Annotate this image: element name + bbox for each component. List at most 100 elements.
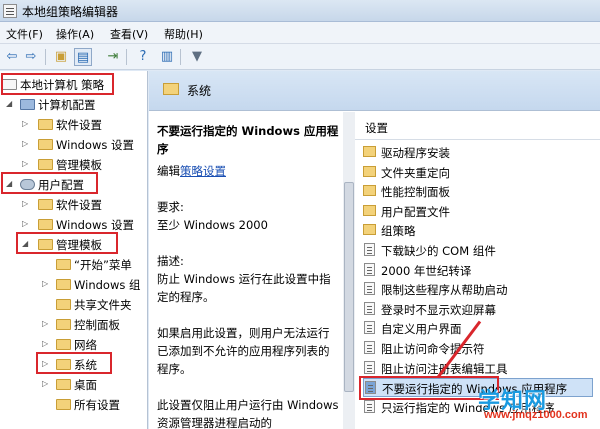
back-arrow-icon[interactable]: ⇦ xyxy=(3,48,21,66)
tree-item-windows-settings[interactable]: ▷ Windows 设置 xyxy=(0,135,147,155)
scrollbar-thumb[interactable] xyxy=(344,182,354,392)
forward-arrow-icon[interactable]: ⇨ xyxy=(22,48,40,66)
toolbar-separator xyxy=(180,49,181,65)
policy-icon xyxy=(364,341,375,354)
settings-policy-item[interactable]: 下载缺少的 COM 组件 xyxy=(363,241,593,260)
expand-arrow-icon[interactable]: ▷ xyxy=(22,199,28,208)
requirements-value: 至少 Windows 2000 xyxy=(157,218,268,232)
policy-icon xyxy=(364,282,375,296)
toolbar: ⇦ ⇨ ▣ ▤ ⇥ ? ▥ ▼ xyxy=(0,44,600,70)
folder-icon xyxy=(38,219,53,230)
details-header: 系统 xyxy=(149,71,600,111)
settings-item-label: 驱动程序安装 xyxy=(381,146,450,160)
up-folder-icon[interactable]: ▣ xyxy=(52,48,70,66)
tree-item-start-menu[interactable]: “开始”菜单 xyxy=(0,255,147,275)
tree-item-windows-components[interactable]: ▷ Windows 组 xyxy=(0,275,147,295)
menu-action[interactable]: 操作(A) xyxy=(56,26,94,42)
highlight-box-system xyxy=(36,352,112,374)
settings-policy-item[interactable]: 阻止访问命令提示符 xyxy=(363,339,593,358)
settings-item-label: 阻止访问命令提示符 xyxy=(381,342,485,356)
description-label: 描述: xyxy=(157,254,184,268)
expand-arrow-icon[interactable]: ▷ xyxy=(42,319,48,328)
expand-arrow-icon[interactable]: ▷ xyxy=(22,159,28,168)
collapse-arrow-icon[interactable]: ◢ xyxy=(6,99,12,108)
folder-icon xyxy=(56,259,71,270)
tree-item-all-settings[interactable]: 所有设置 xyxy=(0,395,147,415)
folder-icon xyxy=(363,224,376,236)
edit-policy-link[interactable]: 策略设置 xyxy=(180,164,226,178)
description-text-3: 此设置仅阻止用户运行由 Windows 资源管理器进程启动的 xyxy=(157,398,339,429)
folder-icon xyxy=(363,185,376,197)
expand-arrow-icon[interactable]: ▷ xyxy=(22,219,28,228)
highlight-box-admin-templates xyxy=(16,232,118,254)
description-text-2: 如果启用此设置，则用户无法运行已添加到不允许的应用程序列表的程序。 xyxy=(157,326,330,376)
settings-list: 设置 驱动程序安装 文件夹重定向 性能控制面板 用户配置文件组策略 下载缺少的 COM … xyxy=(355,112,600,429)
settings-item-label: 用户配置文件 xyxy=(381,204,450,219)
description-panel: 不要运行指定的 Windows 应用程序 编辑策略设置 要求: 至少 Windo… xyxy=(149,112,341,429)
settings-folder-item[interactable]: 组策略 xyxy=(363,221,593,240)
settings-folder-item[interactable]: 文件夹重定向 xyxy=(363,163,593,182)
tree-item-user-software-settings[interactable]: ▷ 软件设置 xyxy=(0,195,147,215)
settings-folder-item[interactable]: 用户配置文件 xyxy=(363,202,593,221)
show-tree-icon[interactable]: ▤ xyxy=(74,48,92,66)
policy-icon xyxy=(364,243,375,256)
title-bar: 本地组策略编辑器 xyxy=(0,0,600,22)
settings-folder-item[interactable]: 驱动程序安装 xyxy=(363,143,593,162)
properties-icon[interactable]: ▥ xyxy=(158,48,176,66)
edit-line: 编辑策略设置 xyxy=(157,164,226,178)
policy-icon xyxy=(364,301,375,315)
menu-help[interactable]: 帮助(H) xyxy=(164,26,203,42)
settings-folder-item[interactable]: 性能控制面板 xyxy=(363,182,593,201)
settings-item-label: 性能控制面板 xyxy=(381,185,450,200)
folder-icon xyxy=(38,199,53,210)
folder-icon xyxy=(363,146,376,157)
export-list-icon[interactable]: ⇥ xyxy=(104,48,122,66)
header-divider xyxy=(355,139,600,140)
tree-item-control-panel[interactable]: ▷ 控制面板 xyxy=(0,315,147,335)
description-scrollbar[interactable] xyxy=(343,112,355,429)
settings-item-label: 文件夹重定向 xyxy=(381,165,450,180)
settings-policy-item[interactable]: 限制这些程序从帮助启动 xyxy=(363,280,593,299)
highlight-box-local-policy xyxy=(1,73,114,95)
policy-title: 不要运行指定的 Windows 应用程序 xyxy=(157,124,339,156)
folder-icon xyxy=(56,319,71,330)
folder-icon xyxy=(163,83,179,95)
settings-policy-item[interactable]: 2000 年世纪转译 xyxy=(363,261,593,280)
folder-icon xyxy=(56,339,71,350)
tree-item-software-settings[interactable]: ▷ 软件设置 xyxy=(0,115,147,135)
settings-item-label: 限制这些程序从帮助启动 xyxy=(381,283,508,298)
requirements-label: 要求: xyxy=(157,200,184,214)
watermark-logo: 学知网 www.jmqz1000.com xyxy=(478,383,596,425)
settings-item-label: 登录时不显示欢迎屏幕 xyxy=(381,302,496,317)
folder-icon xyxy=(363,165,376,177)
tree-item-computer-config[interactable]: ◢ 计算机配置 xyxy=(0,95,147,115)
folder-icon xyxy=(363,204,376,216)
filter-icon[interactable]: ▼ xyxy=(188,48,206,66)
settings-column-header[interactable]: 设置 xyxy=(365,120,388,136)
tree-item-shared-folders[interactable]: 共享文件夹 xyxy=(0,295,147,315)
computer-icon xyxy=(20,99,35,110)
toolbar-separator xyxy=(126,49,127,65)
menu-view[interactable]: 查看(V) xyxy=(110,26,148,42)
folder-icon xyxy=(38,139,53,150)
highlight-box-user-config xyxy=(1,172,98,194)
settings-item-label: 自定义用户界面 xyxy=(381,322,462,337)
description-text-1: 防止 Windows 运行在此设置中指定的程序。 xyxy=(157,272,331,304)
folder-icon xyxy=(56,279,71,290)
expand-arrow-icon[interactable]: ▷ xyxy=(22,119,28,128)
settings-policy-item[interactable]: 登录时不显示欢迎屏幕 xyxy=(363,300,593,319)
help-icon[interactable]: ? xyxy=(134,48,152,66)
folder-icon xyxy=(56,399,71,410)
expand-arrow-icon[interactable]: ▷ xyxy=(42,279,48,288)
menu-file[interactable]: 文件(F) xyxy=(6,26,43,42)
tree-item-desktop[interactable]: ▷ 桌面 xyxy=(0,375,147,395)
expand-arrow-icon[interactable]: ▷ xyxy=(22,139,28,148)
policy-icon xyxy=(364,360,375,374)
expand-arrow-icon[interactable]: ▷ xyxy=(42,379,48,388)
settings-policy-item[interactable]: 阻止访问注册表编辑工具 xyxy=(363,359,593,378)
folder-icon xyxy=(38,159,53,170)
app-icon xyxy=(3,4,17,18)
expand-arrow-icon[interactable]: ▷ xyxy=(42,339,48,348)
details-pane: 系统 不要运行指定的 Windows 应用程序 编辑策略设置 要求: 至少 Wi… xyxy=(149,71,600,429)
folder-icon xyxy=(38,119,53,130)
